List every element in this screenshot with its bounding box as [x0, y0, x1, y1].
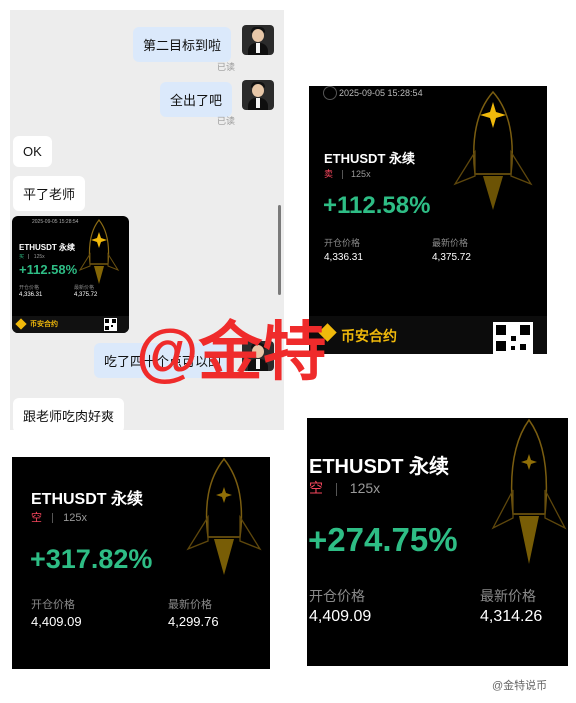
open-price-label: 开仓价格 — [324, 238, 361, 248]
side-label: 空 — [309, 480, 323, 496]
pnl-percent: +112.58% — [19, 262, 78, 277]
pnl-percent: +112.58% — [323, 192, 431, 219]
side-label: 卖 — [324, 169, 334, 179]
position-title: ETHUSDT 永续 — [309, 456, 449, 478]
qr-code-icon — [104, 318, 117, 331]
rocket-icon — [186, 457, 262, 575]
pnl-card-2: ETHUSDT 永续 空 125x +317.82% 开仓价格 4,409.09… — [12, 457, 270, 669]
position-side-row: 空 125x — [31, 509, 87, 525]
side-label: 买 — [19, 254, 25, 260]
timestamp: 2025-09-05 15:28:54 — [32, 219, 79, 225]
position-title: ETHUSDT 永续 — [31, 491, 144, 508]
chat-image-thumbnail[interactable]: 2025-09-05 15:28:54 ETHUSDT 永续 买 125x +1… — [12, 216, 129, 333]
card-footer: 币安合约 — [309, 316, 547, 354]
qr-code-icon — [493, 322, 533, 354]
position-title: ETHUSDT 永续 — [19, 243, 75, 252]
open-price-label: 开仓价格 — [309, 588, 365, 604]
read-status: 已读 — [217, 62, 236, 72]
brand-label: 币安合约 — [341, 328, 397, 344]
pnl-percent: +274.75% — [308, 521, 458, 558]
position-side-row: 买 125x — [19, 253, 45, 260]
position-title: ETHUSDT 永续 — [324, 151, 416, 166]
avatar[interactable] — [242, 80, 274, 110]
scrollbar[interactable] — [278, 205, 281, 295]
leverage-label: 125x — [63, 512, 87, 524]
last-price-label: 最新价格 — [74, 285, 95, 291]
last-price-value: 4,299.76 — [168, 614, 219, 629]
pnl-card-1: 2025-09-05 15:28:54 ETHUSDT 永续 卖 125x +1… — [309, 86, 547, 354]
open-price-label: 开仓价格 — [19, 285, 40, 291]
leverage-label: 125x — [33, 254, 45, 260]
last-price-value: 4,375.72 — [432, 252, 471, 263]
open-price-value: 4,409.09 — [31, 614, 82, 629]
leverage-label: 125x — [349, 480, 381, 496]
last-price-value: 4,314.26 — [480, 608, 543, 625]
rocket-icon — [453, 90, 533, 210]
avatar[interactable] — [242, 25, 274, 55]
chat-bubble-other[interactable]: 平了老师 — [13, 176, 86, 211]
binance-logo-icon — [15, 318, 27, 330]
position-side-row: 卖 125x — [324, 167, 371, 180]
read-status: 已读 — [217, 116, 236, 126]
pnl-percent: +317.82% — [30, 544, 153, 574]
last-price-label: 最新价格 — [168, 599, 212, 611]
open-price-label: 开仓价格 — [31, 599, 75, 611]
card-footer: 币安合约 — [12, 316, 129, 333]
position-side-row: 空 125x — [309, 478, 380, 498]
chat-bubble-other[interactable]: 跟老师吃肉好爽 — [13, 398, 125, 430]
last-price-value: 4,375.72 — [74, 292, 98, 298]
chat-bubble-other[interactable]: OK — [13, 136, 52, 167]
rocket-icon — [78, 219, 120, 284]
chat-bubble-self[interactable]: 第二目标到啦 — [133, 27, 232, 62]
leverage-label: 125x — [351, 169, 371, 179]
side-label: 空 — [31, 512, 42, 524]
pnl-card-3: ETHUSDT 永续 空 125x +274.75% 开仓价格 4,409.09… — [307, 418, 568, 666]
brand-label: 币安合约 — [30, 321, 58, 328]
chat-bubble-self[interactable]: 全出了吧 — [160, 82, 233, 117]
timestamp: 2025-09-05 15:28:54 — [339, 88, 423, 98]
last-price-label: 最新价格 — [480, 588, 536, 604]
open-price-value: 4,409.09 — [309, 608, 372, 625]
open-price-value: 4,336.31 — [324, 252, 363, 263]
watermark-text: @金特 — [136, 316, 327, 388]
binance-badge-icon — [323, 86, 337, 100]
rocket-icon — [491, 418, 567, 564]
open-price-value: 4,336.31 — [19, 292, 43, 298]
last-price-label: 最新价格 — [432, 238, 469, 248]
footer-watermark: @金特说币 — [492, 680, 548, 692]
